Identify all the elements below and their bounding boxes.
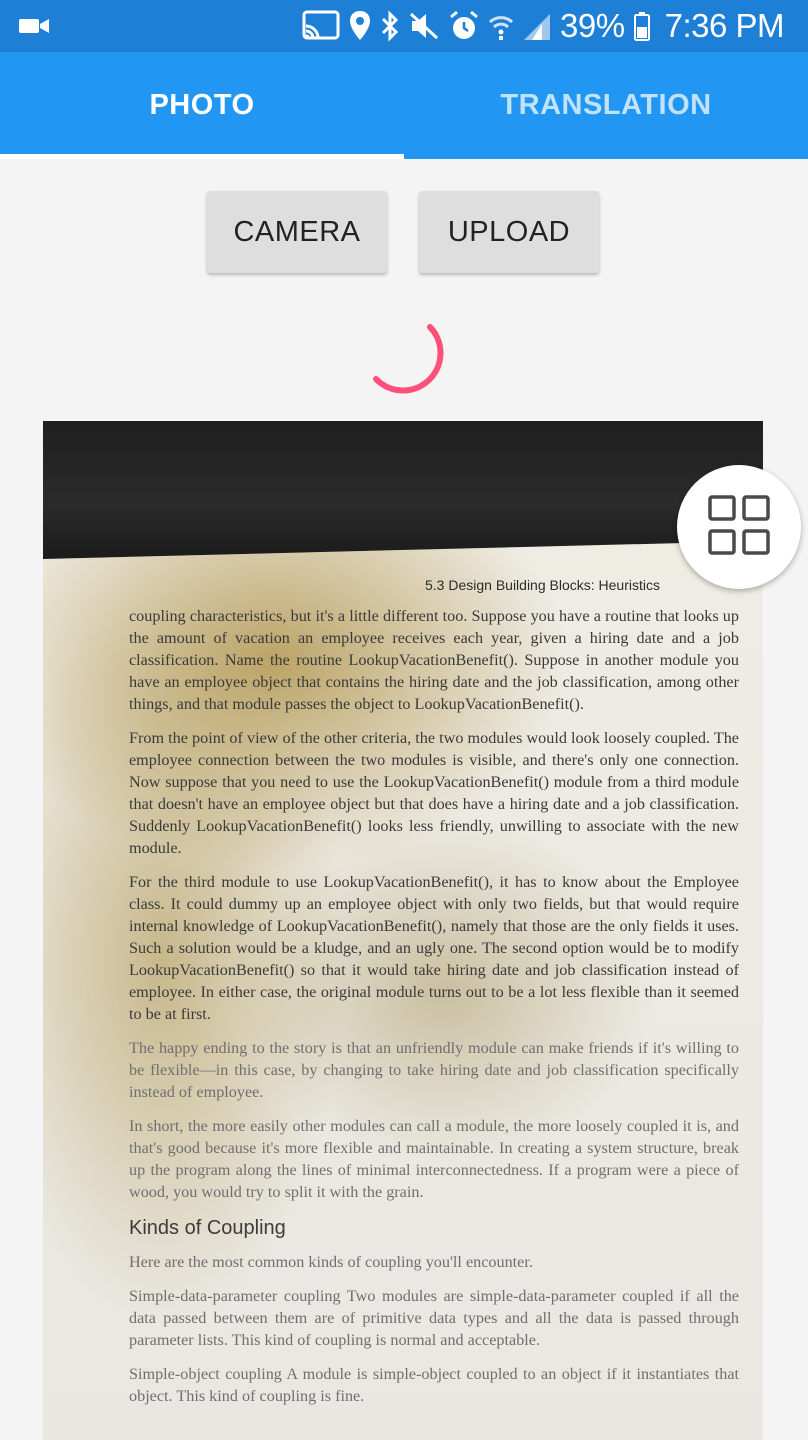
camera-button[interactable]: CAMERA (207, 191, 387, 273)
alarm-icon (448, 10, 480, 42)
paragraph: The happy ending to the story is that an… (129, 1039, 739, 1101)
location-icon (348, 10, 372, 42)
bluetooth-icon (380, 10, 400, 42)
page-header: 5.3 Design Building Blocks: Heuristics (425, 577, 660, 593)
status-bar: 39% 7:36 PM (0, 0, 808, 52)
grid-icon (707, 494, 771, 561)
signal-icon (522, 10, 552, 42)
paragraph: For the third module to use LookupVacati… (129, 873, 739, 1023)
upload-button[interactable]: UPLOAD (419, 191, 599, 273)
tab-translation[interactable]: TRANSLATION (404, 52, 808, 159)
battery-percent: 39% (560, 7, 625, 44)
paragraph: From the point of view of the other crit… (129, 729, 739, 857)
tab-photo-label: PHOTO (149, 89, 255, 121)
mute-icon (408, 10, 440, 42)
paragraph: coupling characteristics, but it's a lit… (129, 607, 739, 713)
paragraph: Simple-object coupling A module is simpl… (129, 1365, 739, 1405)
clock: 7:36 PM (664, 7, 785, 44)
grid-view-button[interactable] (677, 465, 801, 589)
tab-photo[interactable]: PHOTO (0, 52, 404, 159)
photo-background (43, 421, 763, 561)
battery-icon (633, 10, 651, 42)
tab-bar: PHOTO TRANSLATION (0, 52, 808, 159)
paragraph: Here are the most common kinds of coupli… (129, 1253, 533, 1271)
page-text: coupling characteristics, but it's a lit… (129, 605, 739, 1419)
section-heading: Kinds of Coupling (129, 1217, 286, 1239)
loading-spinner (370, 315, 450, 400)
paragraph: Simple-data-parameter coupling Two modul… (129, 1287, 739, 1349)
paragraph: In short, the more easily other modules … (129, 1117, 739, 1201)
book-page: 5.3 Design Building Blocks: Heuristics c… (43, 541, 763, 1440)
photo-preview: 5.3 Design Building Blocks: Heuristics c… (43, 421, 763, 1440)
video-camera-icon (18, 15, 50, 37)
cast-icon (302, 10, 340, 42)
tab-indicator (0, 154, 404, 159)
wifi-icon (488, 10, 514, 42)
tab-translation-label: TRANSLATION (500, 89, 712, 121)
